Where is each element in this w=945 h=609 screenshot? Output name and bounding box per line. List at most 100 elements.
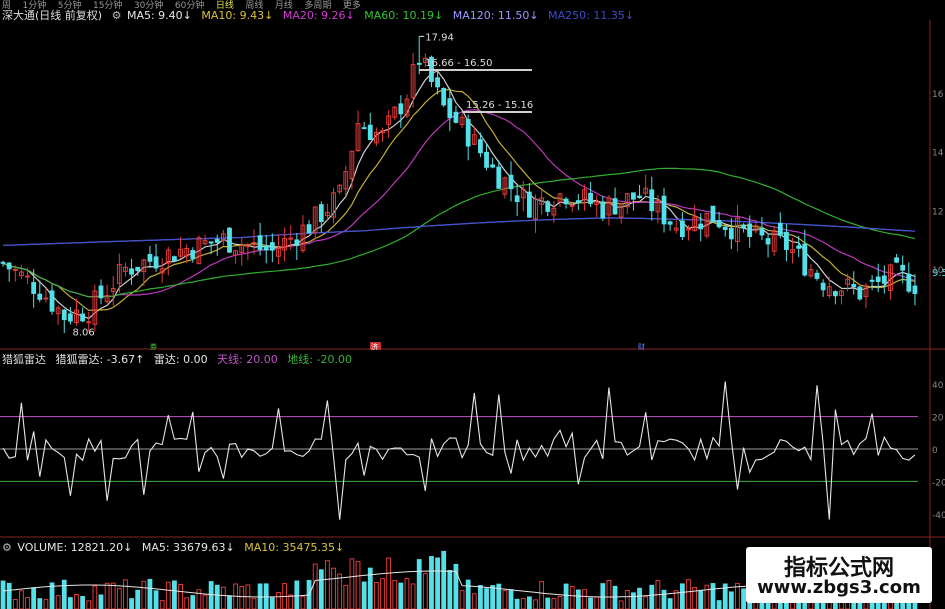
candle-body xyxy=(728,228,734,240)
candle-body xyxy=(747,223,753,237)
volume-bar xyxy=(661,589,667,609)
volume-bar xyxy=(704,584,710,609)
volume-bar xyxy=(514,598,520,609)
volume-bar xyxy=(251,598,257,609)
candle-body xyxy=(318,204,324,223)
volume-bar xyxy=(184,597,190,609)
volume-bar xyxy=(196,589,202,609)
candle-body xyxy=(80,313,86,322)
candle-body xyxy=(814,272,820,279)
candle-body xyxy=(478,139,483,154)
ground-line-value: 地线: -20.00 xyxy=(287,353,352,366)
candle-body xyxy=(306,224,312,234)
candle-body xyxy=(294,239,300,247)
volume-bar xyxy=(202,594,208,609)
volume-bar xyxy=(67,597,73,609)
candle-body xyxy=(832,291,838,297)
candle-body xyxy=(563,198,569,205)
volume-bar xyxy=(447,570,453,609)
volume-bar xyxy=(649,584,655,609)
candle-body xyxy=(710,205,716,223)
stock-chart-window: 17.94 8.06 16.66 - 16.50 15.26 - 15.16 9.5 济券… xyxy=(0,0,945,609)
candle-body xyxy=(67,313,73,322)
candle-body xyxy=(43,297,49,300)
settings-icon[interactable]: ⚙ xyxy=(2,541,12,554)
volume-bar xyxy=(508,589,514,609)
candle-body xyxy=(214,239,220,243)
volume-bar xyxy=(435,557,440,609)
stock-title: 深大通(日线 前复权) xyxy=(2,9,103,22)
candle-body xyxy=(49,290,55,312)
price-tick-label: 16 xyxy=(932,90,944,100)
vol-ma5-value: MA5: 33679.63↓ xyxy=(141,541,235,554)
price-panel-header: 深大通(日线 前复权) ⚙ MA5: 9.40↓ MA10: 9.43↓ MA2… xyxy=(2,9,640,22)
candle-body xyxy=(661,195,667,225)
candle-body xyxy=(172,256,177,262)
moving-average-lines xyxy=(2,70,916,320)
candle-body xyxy=(441,87,447,106)
volume-bar xyxy=(349,558,355,609)
candle-body xyxy=(667,221,673,225)
candle-body xyxy=(398,103,404,115)
candle-body xyxy=(25,275,30,278)
candle-body xyxy=(257,235,263,250)
candle-body xyxy=(129,268,134,275)
volume-bar xyxy=(471,593,477,609)
vol-ma10-value: MA10: 35475.35↓ xyxy=(244,541,345,554)
volume-bar xyxy=(637,587,642,609)
volume-bar xyxy=(214,584,220,609)
candle-body xyxy=(545,201,551,212)
volume-bar xyxy=(337,573,343,609)
candle-body xyxy=(496,166,502,189)
volume-bar xyxy=(104,582,110,609)
candle-body xyxy=(759,228,765,236)
candle-body xyxy=(722,226,728,230)
ma60-label: MA60: 10.19↓ xyxy=(364,9,444,22)
volume-bar xyxy=(716,600,722,609)
osc-value: 猎狐雷达: -3.67↑ xyxy=(55,353,145,366)
volume-bar xyxy=(74,593,79,609)
volume-bar xyxy=(129,598,134,609)
radar-value: 雷达: 0.00 xyxy=(153,353,208,366)
settings-icon[interactable]: ⚙ xyxy=(112,9,122,22)
candle-body xyxy=(679,220,685,238)
candle-body xyxy=(453,111,459,123)
candle-body xyxy=(61,309,67,321)
volume-bar xyxy=(459,590,465,609)
volume-bar xyxy=(147,578,153,609)
volume-bar xyxy=(153,590,159,609)
volume-bar xyxy=(728,591,734,609)
volume-bar xyxy=(98,594,104,609)
volume-bar xyxy=(422,573,428,609)
ma120-label: MA120: 11.50↓ xyxy=(452,9,539,22)
candle-body xyxy=(12,268,18,271)
volume-bar xyxy=(557,595,563,609)
candle-body xyxy=(484,151,489,168)
volume-bar xyxy=(86,600,92,609)
candle-body xyxy=(98,285,104,299)
volume-bar xyxy=(220,586,226,609)
candle-body xyxy=(435,77,440,88)
volume-header: ⚙ VOLUME: 12821.20↓ MA5: 33679.63↓ MA10:… xyxy=(2,541,350,554)
volume-bar xyxy=(318,569,324,609)
oscillator-line xyxy=(2,381,916,520)
candle-body xyxy=(86,321,92,324)
candle-body xyxy=(37,293,43,300)
candle-body xyxy=(869,279,875,282)
volume-bar xyxy=(159,600,165,609)
volume-bar xyxy=(55,595,61,609)
volume-bar xyxy=(312,563,318,609)
candle-body xyxy=(508,174,514,190)
candle-body xyxy=(569,204,575,207)
candle-body xyxy=(741,224,746,229)
range2-label: 15.26 - 15.16 xyxy=(466,100,533,111)
candle-body xyxy=(227,227,232,253)
chart-canvas[interactable]: 17.948.0616.66 - 16.5015.26 - 15.169.5济券… xyxy=(0,0,945,609)
volume-bar xyxy=(0,580,6,609)
candle-body xyxy=(514,195,520,202)
volume-bar xyxy=(178,583,183,609)
oscillator-header: 猎狐雷达 猎狐雷达: -3.67↑ 雷达: 0.00 天线: 20.00 地线:… xyxy=(2,353,358,366)
volume-bar xyxy=(276,592,281,609)
volume-bar xyxy=(19,590,24,609)
candle-body xyxy=(269,242,275,251)
